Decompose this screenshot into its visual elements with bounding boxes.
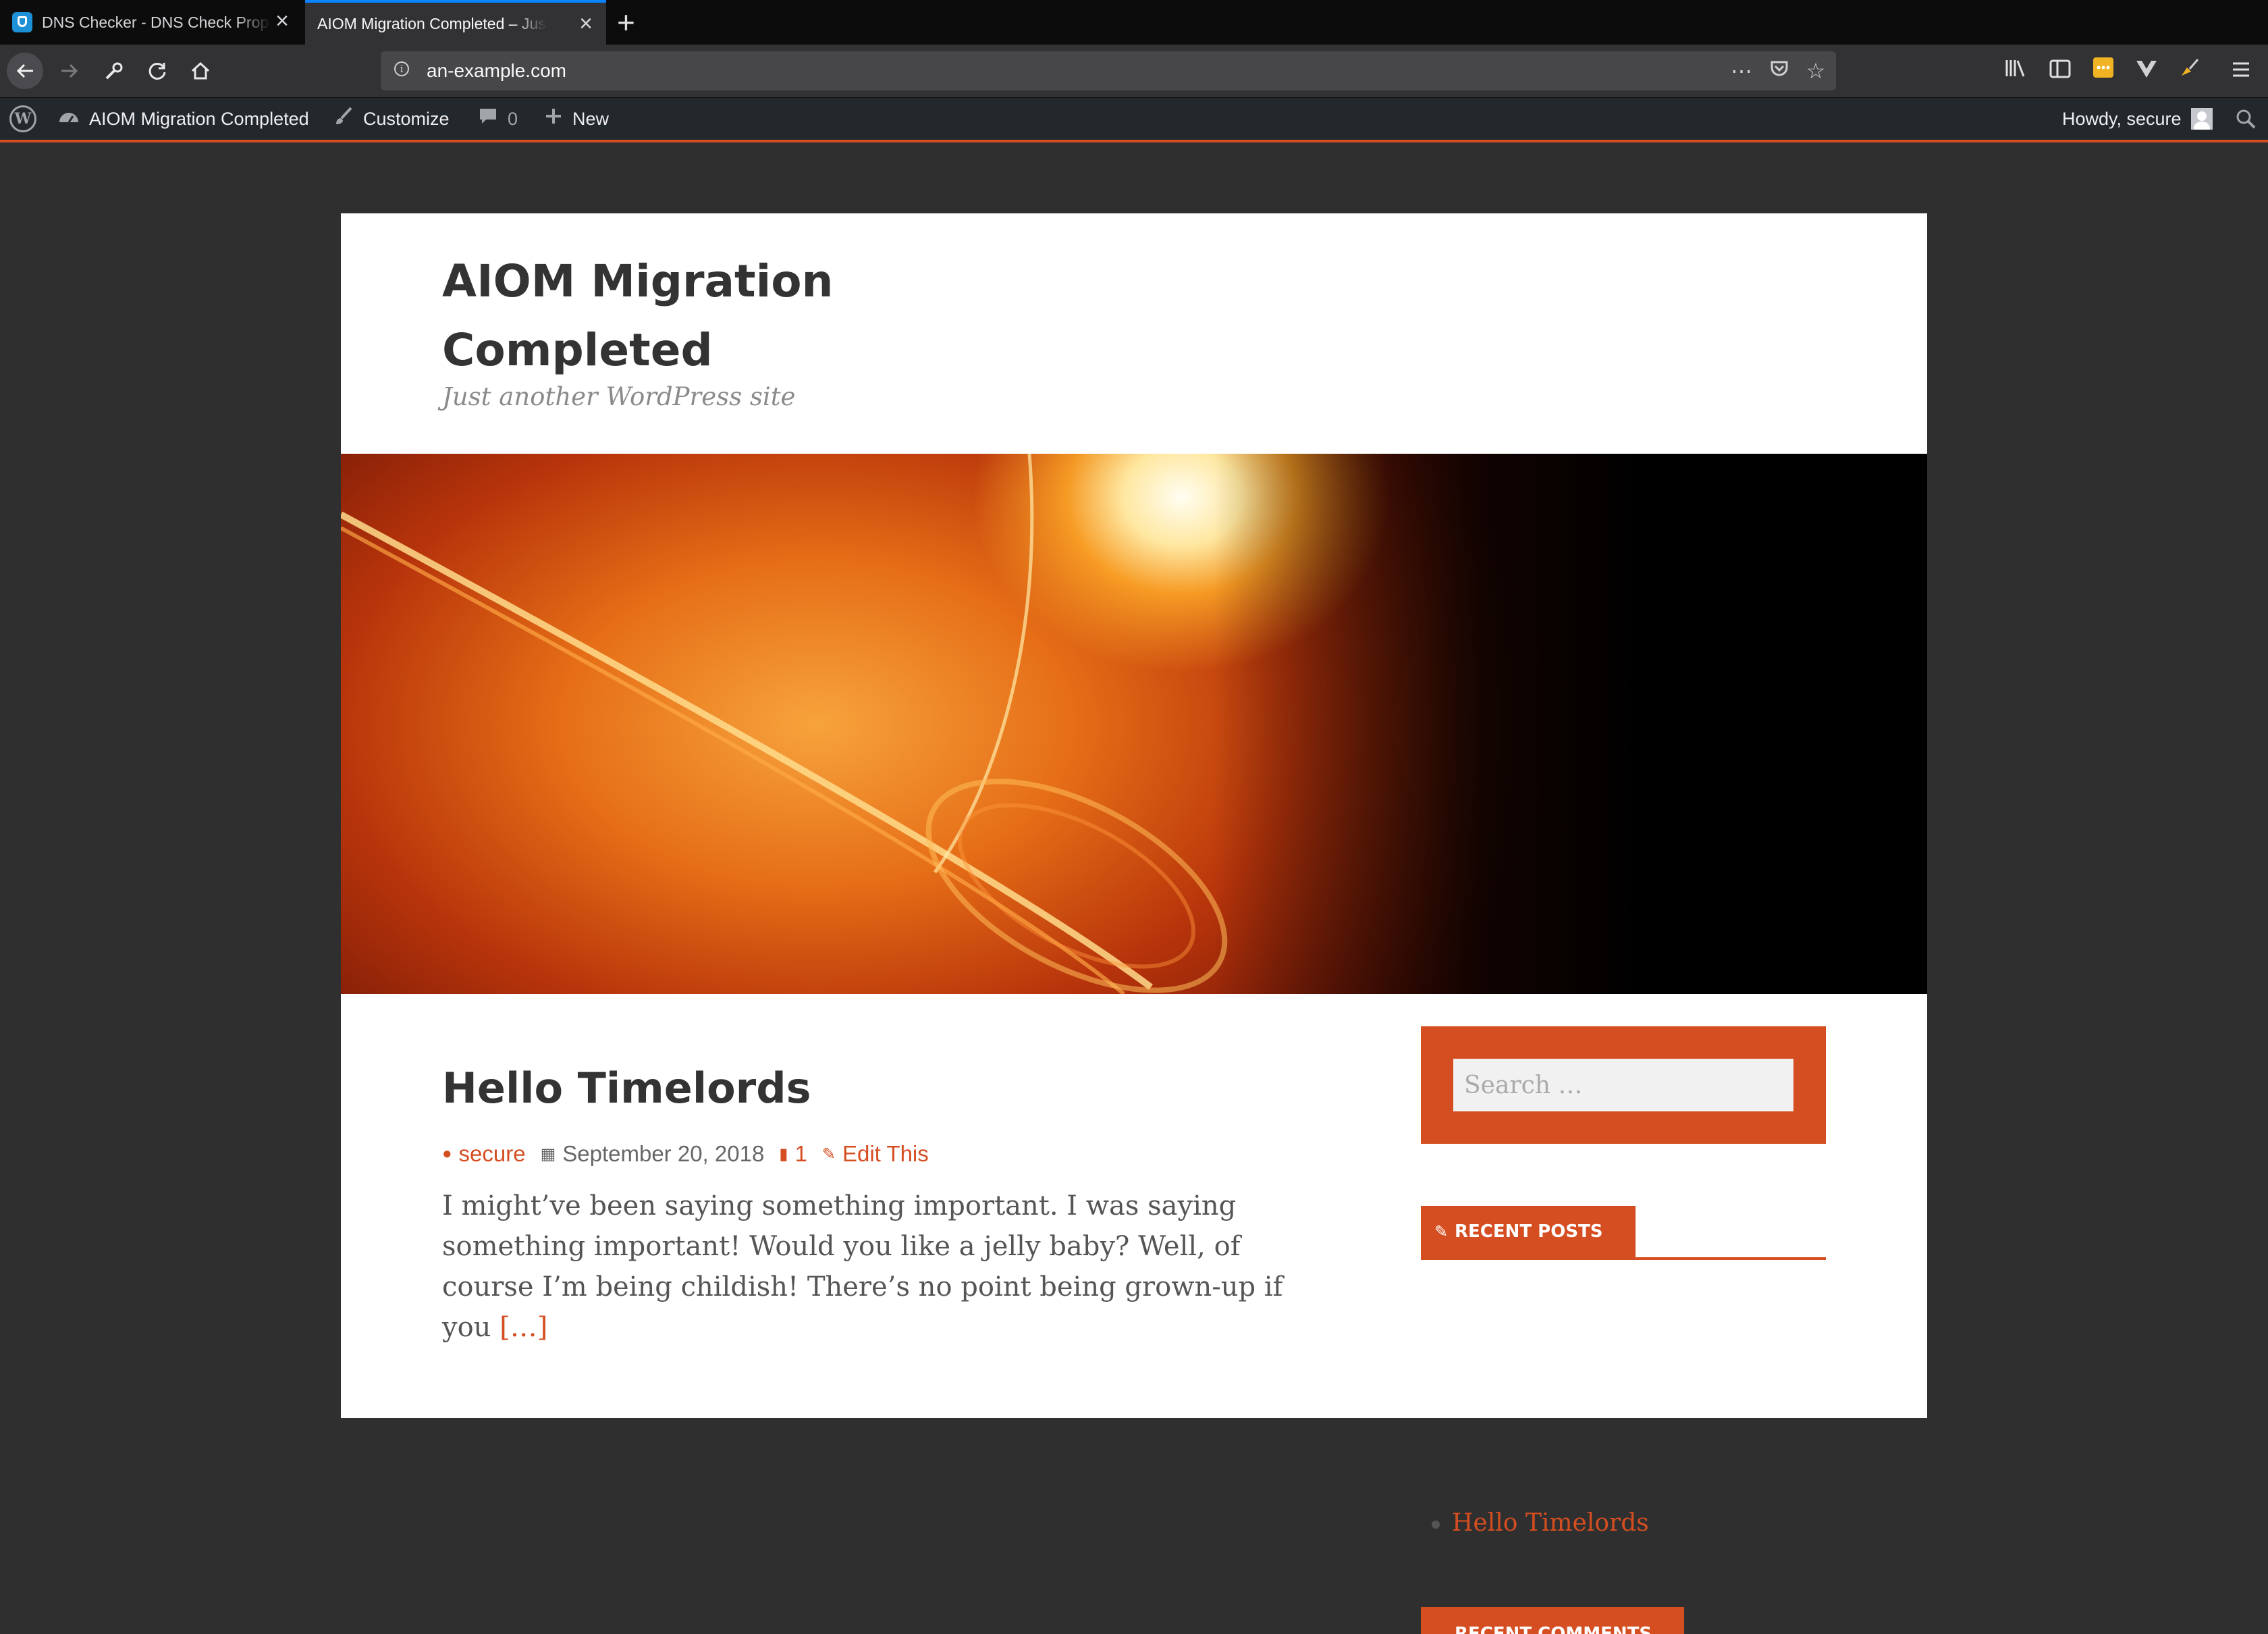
recent-post-link[interactable]: Hello Timelords xyxy=(1421,1504,1649,1542)
post-author[interactable]: ● secure xyxy=(442,1141,526,1167)
home-icon xyxy=(191,61,210,80)
recent-posts-label: ✎ RECENT POSTS xyxy=(1421,1206,1636,1257)
url-bar[interactable]: i an-example.com ⋯ ☆ xyxy=(381,51,1836,90)
library-icon[interactable] xyxy=(2001,57,2030,85)
recent-comments-widget-title: RECENT COMMENTS xyxy=(1421,1607,1685,1634)
star-icon[interactable]: ☆ xyxy=(1802,58,1829,84)
admin-new-label: New xyxy=(572,108,610,129)
post-title[interactable]: Hello Timelords xyxy=(442,1061,811,1115)
search-input[interactable] xyxy=(1453,1059,1793,1111)
post-author-label: secure xyxy=(458,1141,526,1166)
search-icon xyxy=(2236,109,2256,129)
site-title[interactable]: AIOM Migration Completed xyxy=(442,247,915,385)
admin-site-name[interactable]: AIOM Migration Completed xyxy=(58,98,309,140)
site-tagline: Just another WordPress site xyxy=(442,382,796,411)
recent-comments-title: RECENT COMMENTS xyxy=(1421,1607,1685,1634)
recent-posts-list: Hello Timelords xyxy=(1421,1504,1649,1542)
comment-bubble-icon xyxy=(478,106,498,132)
recent-posts-title: RECENT POSTS xyxy=(1455,1221,1603,1242)
user-icon: ● xyxy=(442,1144,452,1163)
avatar xyxy=(2190,108,2213,130)
search-widget xyxy=(1421,1026,1826,1144)
wordpress-logo-icon: W xyxy=(9,105,36,132)
post-edit-link[interactable]: ✎ Edit This xyxy=(822,1141,929,1167)
post-date-label: September 20, 2018 xyxy=(562,1141,765,1166)
admin-site-name-label: AIOM Migration Completed xyxy=(89,108,309,129)
admin-my-account[interactable]: Howdy, secure xyxy=(2062,98,2213,140)
admin-comments[interactable]: 0 xyxy=(478,98,518,140)
sidebar-icon[interactable] xyxy=(2045,57,2075,85)
admin-customize-label: Customize xyxy=(363,108,450,129)
arrow-right-icon xyxy=(61,63,78,78)
brush-icon xyxy=(333,106,354,132)
wrench-icon xyxy=(105,62,123,80)
admin-search[interactable] xyxy=(2236,98,2256,140)
close-tab-icon[interactable]: × xyxy=(275,9,289,32)
post-excerpt: I might’ve been saying something importa… xyxy=(442,1186,1333,1348)
admin-howdy-label: Howdy, secure xyxy=(2062,108,2182,129)
tools-button[interactable] xyxy=(96,53,132,89)
recent-posts-widget-title: ✎ RECENT POSTS xyxy=(1421,1206,1826,1260)
post-date[interactable]: ▦ September 20, 2018 xyxy=(541,1141,765,1167)
reload-icon xyxy=(148,62,166,80)
dns-checker-favicon-icon xyxy=(12,12,32,32)
new-tab-button[interactable]: + xyxy=(617,4,635,41)
post-comments-link[interactable]: ▮ 1 xyxy=(779,1141,807,1167)
admin-customize[interactable]: Customize xyxy=(333,98,450,140)
pencil-icon: ✎ xyxy=(1434,1222,1449,1241)
hamburger-icon[interactable] xyxy=(2226,57,2256,85)
forward-button[interactable] xyxy=(51,53,88,89)
tab-strip: DNS Checker - DNS Check Propagation × AI… xyxy=(0,0,2268,45)
more-horizontal-icon[interactable]: ⋯ xyxy=(1728,58,1755,84)
wp-admin-bar: W AIOM Migration Completed Customize 0 N… xyxy=(0,98,2268,142)
dashboard-icon xyxy=(58,106,80,132)
post-edit-label: Edit This xyxy=(842,1141,929,1166)
post-meta: ● secure ▦ September 20, 2018 ▮ 1 ✎ Edit… xyxy=(442,1141,944,1167)
site-page: AIOM Migration Completed Just another Wo… xyxy=(341,213,1927,1634)
tab-aiom-migration[interactable]: AIOM Migration Completed – Just another … xyxy=(305,0,606,45)
read-more-link[interactable]: […] xyxy=(500,1312,547,1343)
arrow-left-icon xyxy=(16,63,33,78)
tab-dns-checker[interactable]: DNS Checker - DNS Check Propagation × xyxy=(0,0,302,45)
planet-ring-graphic xyxy=(341,454,1228,994)
close-tab-icon[interactable]: × xyxy=(579,12,593,35)
tab-title: DNS Checker - DNS Check Propagation xyxy=(42,13,271,31)
pocket-icon[interactable] xyxy=(1766,58,1793,84)
admin-new[interactable]: New xyxy=(544,98,609,140)
site-info-icon[interactable]: i xyxy=(394,61,409,76)
admin-comments-count: 0 xyxy=(508,108,518,129)
wp-logo-menu[interactable]: W xyxy=(9,98,36,140)
extension-broom-icon[interactable] xyxy=(2175,57,2205,85)
header-image xyxy=(341,454,1927,994)
navigation-toolbar: i an-example.com ⋯ ☆ xyxy=(0,45,2268,98)
pencil-icon: ✎ xyxy=(821,1144,836,1163)
post-excerpt-text: I might’ve been saying something importa… xyxy=(442,1190,1283,1343)
calendar-icon: ▦ xyxy=(540,1144,556,1163)
back-button[interactable] xyxy=(7,53,43,89)
url-text[interactable]: an-example.com xyxy=(427,51,566,90)
extension-vue-icon[interactable] xyxy=(2132,57,2161,85)
comment-icon: ▮ xyxy=(779,1144,788,1163)
tab-title: AIOM Migration Completed – Just another … xyxy=(317,14,547,32)
plus-icon xyxy=(544,107,563,131)
post-comments-count: 1 xyxy=(794,1141,807,1166)
extension-password-icon[interactable] xyxy=(2088,57,2118,85)
home-button[interactable] xyxy=(182,53,219,89)
reload-button[interactable] xyxy=(139,53,176,89)
